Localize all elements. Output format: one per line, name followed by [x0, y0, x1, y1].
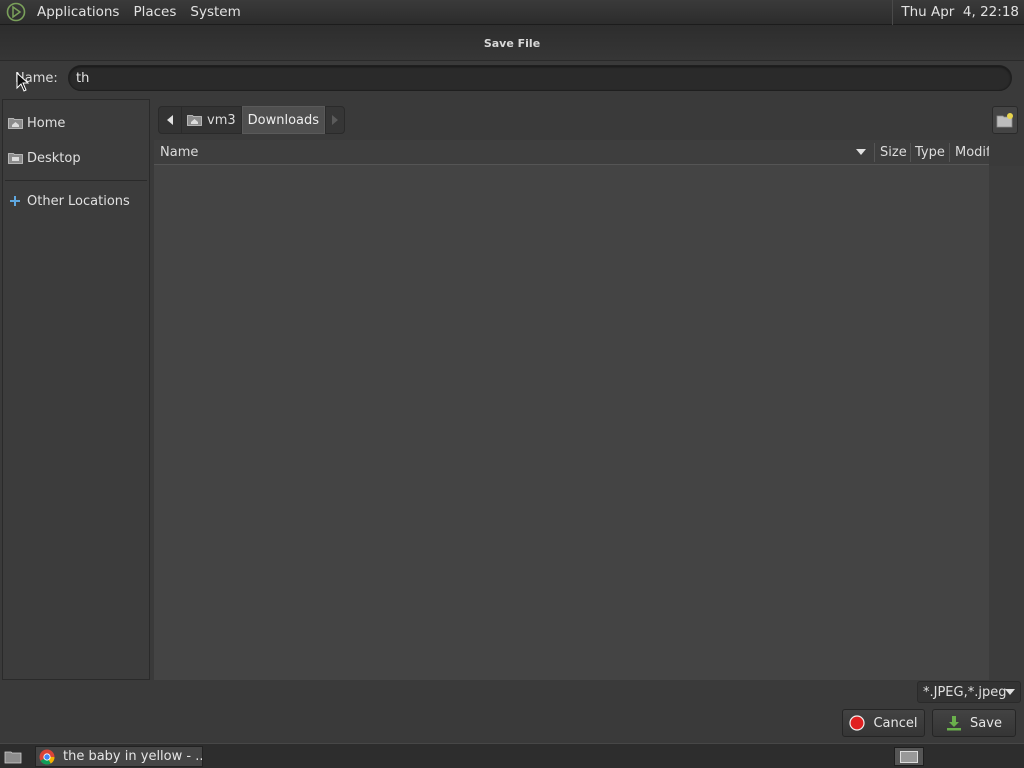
file-type-filter-value: *.JPEG,*.jpeg	[923, 684, 1007, 700]
dialog-title: Save File	[483, 37, 541, 50]
column-header-type[interactable]: Type	[915, 145, 945, 160]
cancel-button[interactable]: Cancel	[842, 709, 925, 737]
workspace-icon	[900, 750, 918, 763]
places-sidebar: Home Desktop Other Locations	[2, 99, 150, 680]
chevron-down-icon	[1005, 689, 1015, 695]
sidebar-separator	[5, 180, 147, 181]
taskbar-window-button[interactable]: the baby in yellow - ...	[35, 746, 203, 767]
show-desktop-icon[interactable]	[2, 747, 24, 766]
column-header-name[interactable]: Name	[160, 145, 198, 160]
taskbar: the baby in yellow - ...	[0, 743, 1024, 768]
desktop-folder-icon	[7, 151, 23, 165]
path-segment-label: Downloads	[247, 112, 320, 128]
workspace-switcher[interactable]	[894, 747, 924, 766]
chevron-right-icon	[332, 115, 339, 125]
chevron-left-icon	[167, 115, 173, 125]
save-button-label: Save	[970, 715, 1002, 731]
home-folder-icon	[187, 114, 202, 126]
top-panel: Applications Places System Thu Apr 4, 22…	[0, 0, 1024, 25]
clock[interactable]: Thu Apr 4, 22:18	[892, 0, 1024, 25]
places-menu[interactable]: Places	[126, 0, 183, 25]
file-browser: vm3 Downloads Name Size Type Modif	[153, 99, 1024, 680]
save-button[interactable]: Save	[932, 709, 1016, 737]
name-row: Name:	[0, 61, 1024, 99]
path-segment-vm3[interactable]: vm3	[182, 106, 242, 134]
home-folder-icon	[7, 116, 23, 130]
path-bar: vm3 Downloads	[158, 105, 346, 135]
sidebar-item-label: Desktop	[27, 150, 81, 166]
dialog-titlebar[interactable]: Save File	[0, 25, 1024, 61]
sidebar-item-label: Other Locations	[27, 193, 130, 209]
column-separator	[949, 143, 950, 162]
path-back-button[interactable]	[158, 106, 182, 134]
sidebar-item-desktop[interactable]: Desktop	[3, 143, 149, 173]
file-list-header: Name Size Type Modified	[154, 140, 989, 165]
mouse-pointer-icon	[16, 71, 30, 92]
file-list[interactable]: Name Size Type Modified	[154, 140, 989, 680]
column-header-modified[interactable]: Modified	[955, 145, 989, 160]
cancel-button-label: Cancel	[873, 715, 918, 731]
column-header-size[interactable]: Size	[880, 145, 907, 160]
sidebar-item-label: Home	[27, 115, 66, 131]
chrome-icon	[39, 749, 55, 765]
sidebar-item-home[interactable]: Home	[3, 108, 149, 138]
sort-descending-icon	[856, 149, 866, 155]
taskbar-window-title: the baby in yellow - ...	[63, 749, 203, 764]
save-download-icon	[946, 715, 962, 731]
sidebar-item-other-locations[interactable]: Other Locations	[3, 186, 149, 216]
new-folder-icon	[996, 112, 1014, 128]
filename-input[interactable]	[68, 65, 1012, 91]
file-type-filter[interactable]: *.JPEG,*.jpeg	[917, 681, 1021, 703]
path-segment-downloads[interactable]: Downloads	[241, 106, 326, 134]
file-list-scroll-gutter	[989, 166, 1024, 680]
cancel-icon	[849, 715, 866, 731]
plus-icon	[7, 194, 23, 208]
column-separator	[874, 143, 875, 162]
path-segment-label: vm3	[207, 112, 236, 128]
save-file-dialog: Save File Name: Home Desktop Other Locat…	[0, 25, 1024, 743]
distro-logo-icon[interactable]	[4, 0, 28, 24]
system-menu[interactable]: System	[183, 0, 247, 25]
new-folder-button[interactable]	[992, 106, 1018, 134]
applications-menu[interactable]: Applications	[30, 0, 126, 25]
column-separator	[910, 143, 911, 162]
path-forward-button[interactable]	[325, 106, 346, 134]
